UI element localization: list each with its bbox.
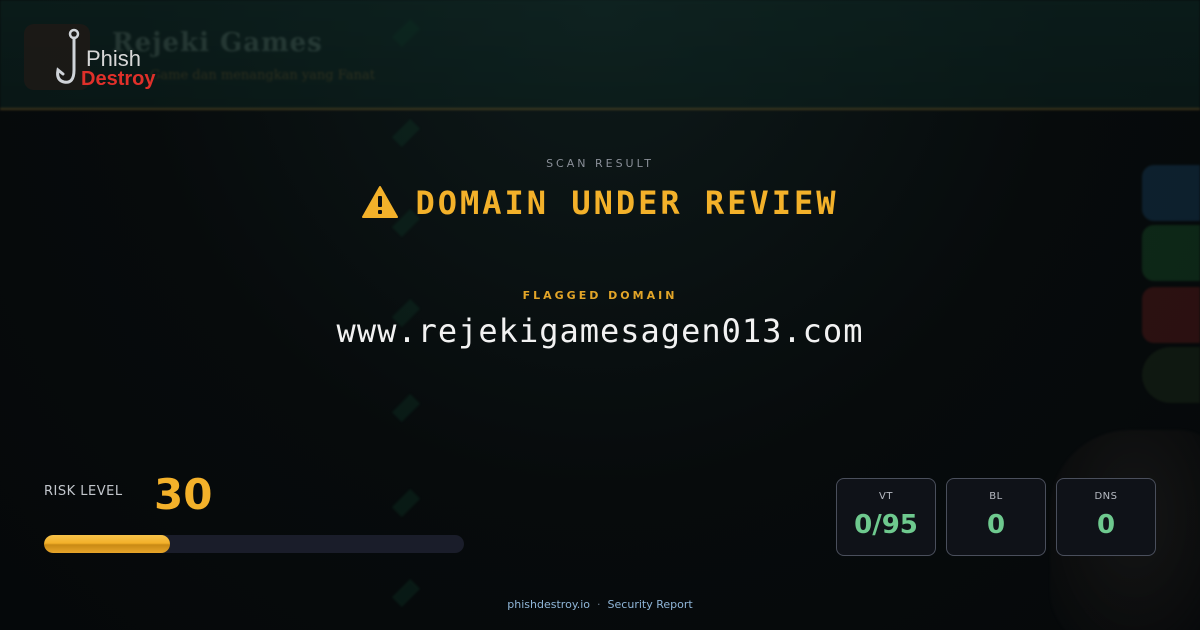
stat-label: VT — [879, 491, 893, 502]
android-icon — [1142, 347, 1200, 403]
stat-value: 0/95 — [854, 510, 918, 540]
footer-site-link[interactable]: phishdestroy.io — [507, 598, 590, 611]
flagged-domain-label: FLAGGED DOMAIN — [522, 289, 678, 302]
risk-level-bar-fill — [44, 535, 170, 553]
footer-report-label: Security Report — [607, 598, 693, 611]
background-diamond — [391, 488, 421, 518]
logo-text-destroy: Destroy — [81, 68, 156, 90]
risk-level-score: 30 — [154, 470, 213, 519]
stat-card-bl: BL 0 — [946, 478, 1046, 556]
risk-level-label: RISK LEVEL — [44, 484, 123, 499]
stat-card-vt: VT 0/95 — [836, 478, 936, 556]
warning-triangle-icon — [362, 186, 399, 218]
whatsapp-icon — [1142, 225, 1200, 281]
footer: phishdestroy.io · Security Report — [0, 598, 1200, 611]
stat-card-dns: DNS 0 — [1056, 478, 1156, 556]
stat-value: 0 — [1096, 510, 1116, 540]
scan-status-text: DOMAIN UNDER REVIEW — [415, 184, 839, 222]
background-site-tagline: Game dan menangkan yang Fanat — [150, 68, 375, 83]
background-diamond — [391, 393, 421, 423]
phishdestroy-logo: Phish Destroy — [24, 24, 174, 94]
scan-result-label: SCAN RESULT — [546, 157, 654, 170]
scan-status-headline: DOMAIN UNDER REVIEW — [0, 184, 1200, 222]
stat-label: DNS — [1094, 491, 1118, 502]
background-diamond — [391, 118, 421, 148]
footer-separator: · — [597, 598, 601, 611]
risk-level-bar — [44, 535, 464, 553]
stat-value: 0 — [986, 510, 1006, 540]
flagged-domain-value: www.rejekigamesagen013.com — [336, 312, 864, 350]
stat-label: BL — [989, 491, 1003, 502]
scan-result-card: Rejeki Games Game dan menangkan yang Fan… — [0, 0, 1200, 630]
